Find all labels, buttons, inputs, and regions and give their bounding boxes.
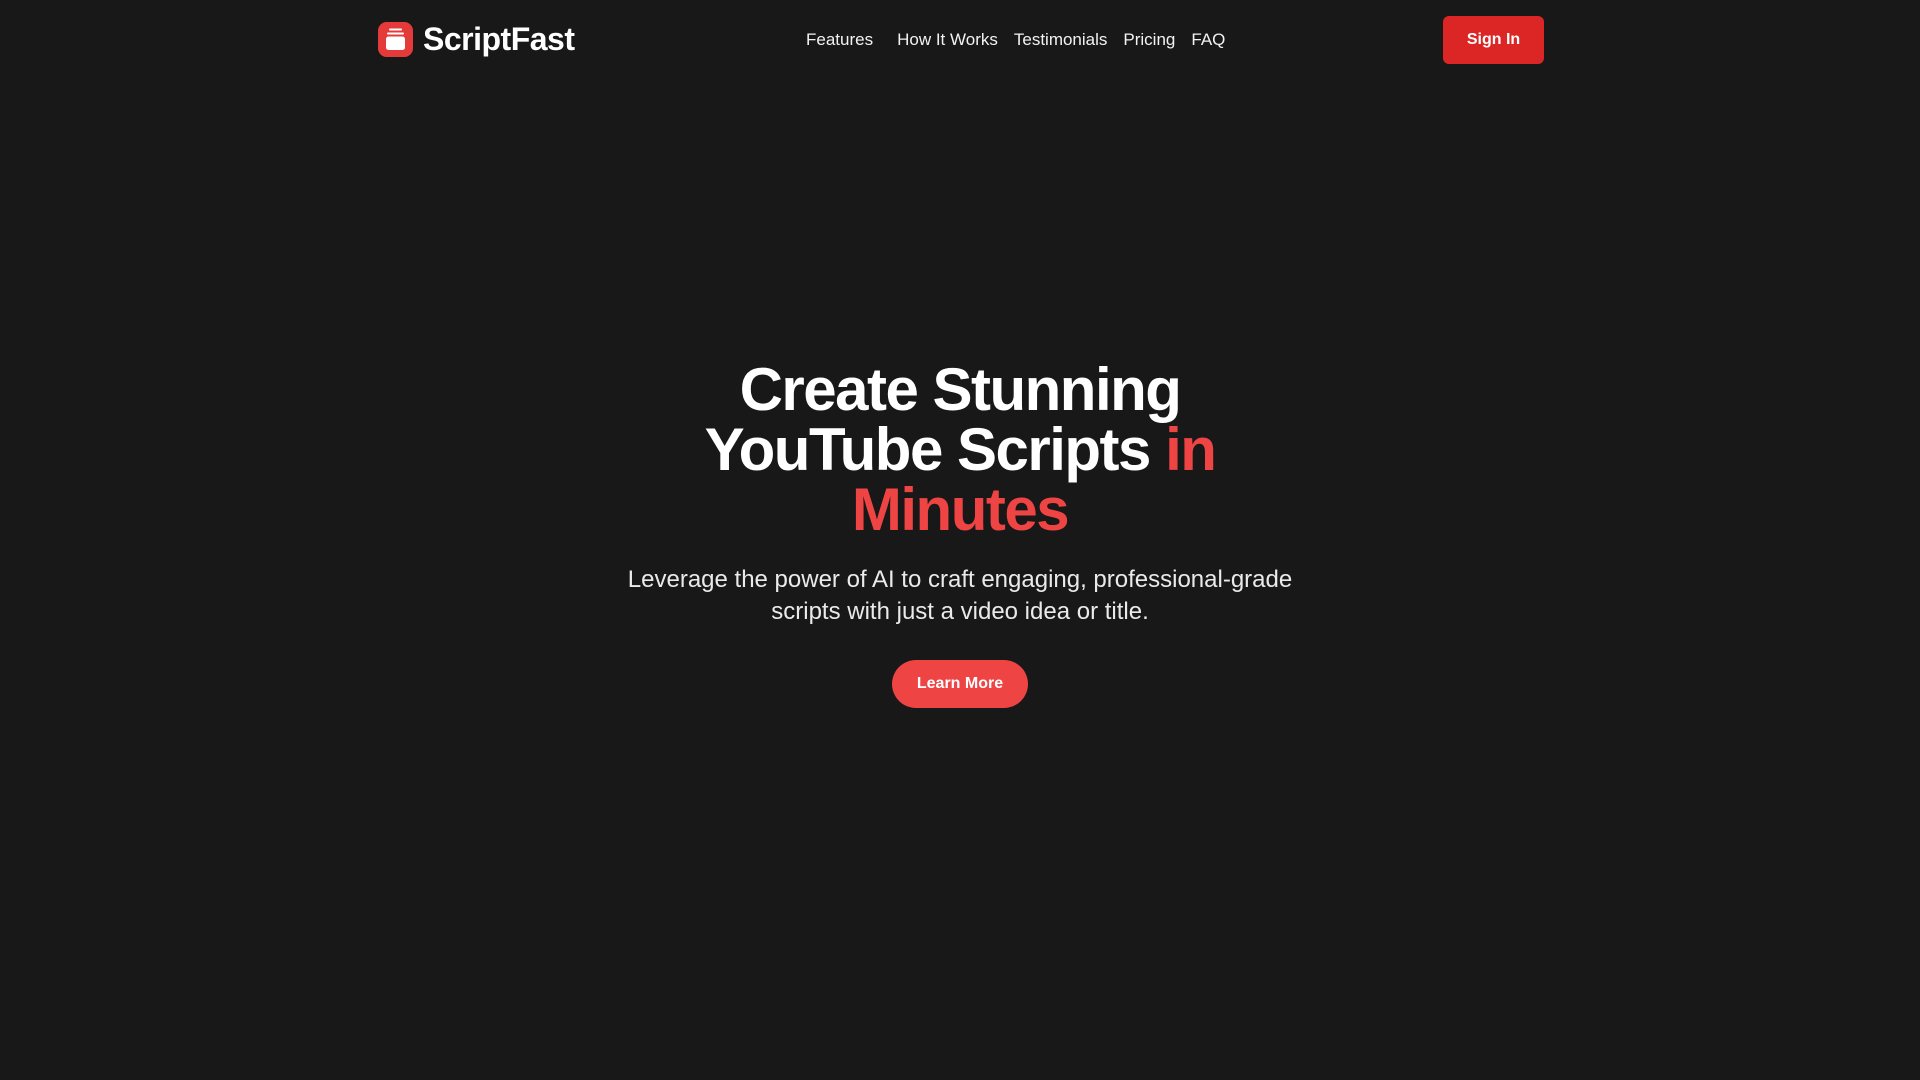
main-nav: Features How It Works Testimonials Prici…: [806, 28, 1225, 52]
hero-section: Create Stunning YouTube Scripts in Minut…: [560, 360, 1360, 708]
hero-title-main: Create Stunning YouTube Scripts: [704, 356, 1182, 483]
brand-name: ScriptFast: [423, 21, 575, 57]
nav-link-features[interactable]: Features: [806, 28, 873, 52]
script-logo-icon: [378, 21, 413, 57]
nav-link-testimonials[interactable]: Testimonials: [1014, 28, 1108, 52]
brand-home-link[interactable]: ScriptFast: [378, 20, 575, 58]
site-header: ScriptFast Features How It Works Testimo…: [0, 0, 1920, 80]
nav-link-how-it-works[interactable]: How It Works: [897, 28, 998, 52]
hero-subtitle: Leverage the power of AI to craft engagi…: [627, 566, 1293, 625]
hero-title: Create Stunning YouTube Scripts in Minut…: [680, 360, 1240, 540]
learn-more-button[interactable]: Learn More: [892, 660, 1028, 708]
nav-link-faq[interactable]: FAQ: [1191, 28, 1225, 52]
landing-page: ScriptFast Features How It Works Testimo…: [0, 0, 1920, 1080]
sign-in-button[interactable]: Sign In: [1443, 16, 1544, 64]
nav-link-pricing[interactable]: Pricing: [1123, 28, 1175, 52]
